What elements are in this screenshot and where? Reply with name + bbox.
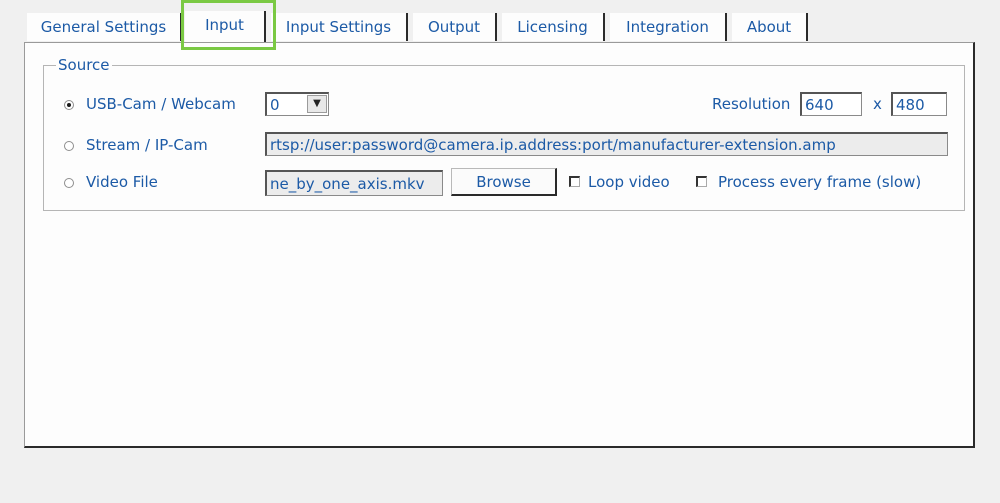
loop-video-label: Loop video [588, 173, 670, 191]
process-every-frame-checkbox[interactable] [696, 176, 707, 187]
video-file-radio[interactable] [64, 178, 74, 188]
chevron-down-icon[interactable]: ▼ [307, 95, 327, 113]
video-file-label: Video File [86, 173, 158, 191]
resolution-width-field[interactable]: 640 [800, 92, 862, 116]
source-legend: Source [56, 56, 112, 74]
tab-general-settings[interactable]: General Settings [27, 13, 182, 41]
stream-url-field[interactable]: rtsp://user:password@camera.ip.address:p… [265, 132, 948, 156]
tab-bar: General Settings Input Input Settings Ou… [27, 10, 808, 43]
video-file-path-field[interactable]: ne_by_one_axis.mkv [265, 170, 443, 196]
tab-integration[interactable]: Integration [610, 13, 727, 41]
browse-button[interactable]: Browse [451, 168, 557, 196]
tab-about[interactable]: About [732, 13, 808, 41]
usb-radio[interactable] [64, 100, 74, 110]
usb-label: USB-Cam / Webcam [86, 95, 236, 113]
stream-radio[interactable] [64, 141, 74, 151]
usb-device-value: 0 [270, 96, 280, 114]
usb-device-select[interactable]: 0 ▼ [265, 92, 329, 116]
input-panel: Source USB-Cam / Webcam 0 ▼ Resolution 6… [24, 42, 975, 448]
resolution-height-field[interactable]: 480 [891, 92, 947, 116]
tab-input-settings[interactable]: Input Settings [271, 13, 408, 41]
loop-video-checkbox[interactable] [569, 176, 580, 187]
resolution-separator: x [873, 95, 882, 113]
process-every-frame-label: Process every frame (slow) [718, 173, 922, 191]
source-group: Source USB-Cam / Webcam 0 ▼ Resolution 6… [43, 56, 965, 211]
tab-output[interactable]: Output [413, 13, 497, 41]
active-tab-highlight [181, 0, 276, 50]
stream-label: Stream / IP-Cam [86, 136, 208, 154]
resolution-label: Resolution [712, 95, 791, 113]
tab-licensing[interactable]: Licensing [502, 13, 605, 41]
